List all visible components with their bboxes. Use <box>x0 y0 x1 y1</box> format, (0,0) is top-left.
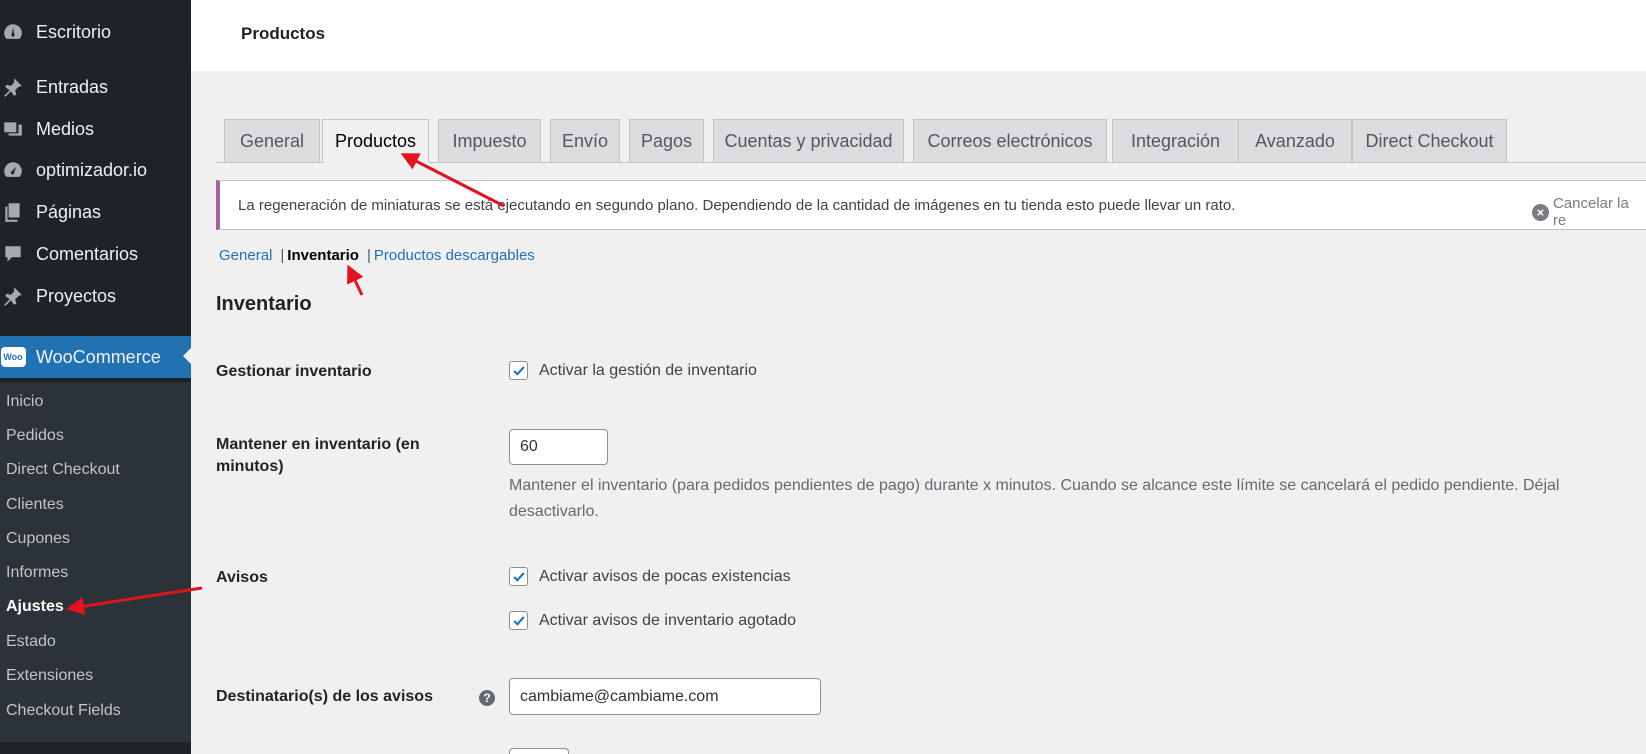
recipient-label: Destinatario(s) de los avisos <box>216 688 433 705</box>
menu-label: Proyectos <box>36 285 117 306</box>
submenu-informes[interactable]: Informes <box>6 564 68 582</box>
dashboard-icon <box>0 19 26 45</box>
submenu-estado[interactable]: Estado <box>6 633 56 651</box>
manage-stock-label: Gestionar inventario <box>216 363 372 380</box>
subnav-separator: | <box>366 247 371 264</box>
tab-integracion[interactable]: Integración <box>1112 119 1239 163</box>
menu-item-medios[interactable]: Medios <box>0 109 191 149</box>
hold-stock-description: Mantener el inventario (para pedidos pen… <box>509 477 1560 520</box>
menu-item-entradas[interactable]: Entradas <box>0 67 191 107</box>
menu-item-optimizador[interactable]: optimizador.io <box>0 150 191 190</box>
out-of-stock-checkbox[interactable] <box>509 611 528 630</box>
gauge-icon <box>0 157 26 183</box>
cancel-regeneration-link[interactable]: × Cancelar la re <box>1532 195 1646 229</box>
menu-label: optimizador.io <box>36 159 148 180</box>
notice-message: La regeneración de miniaturas se está ej… <box>238 197 1236 214</box>
menu-label: Comentarios <box>36 243 139 264</box>
regeneration-notice: La regeneración de miniaturas se está ej… <box>216 180 1646 230</box>
checkmark-icon <box>512 571 525 582</box>
checkmark-icon <box>512 615 525 626</box>
submenu-ajustes[interactable]: Ajustes <box>6 598 64 616</box>
page-title: Productos <box>241 24 326 43</box>
low-stock-checkbox-label: Activar avisos de pocas existencias <box>539 567 791 585</box>
subnav-productos-descargables[interactable]: Productos descargables <box>374 247 535 264</box>
submenu-extensiones[interactable]: Extensiones <box>6 667 93 685</box>
manage-stock-checkbox[interactable] <box>509 361 528 380</box>
section-subnav: General | Inventario | Productos descarg… <box>219 247 535 264</box>
menu-label: Páginas <box>36 201 102 222</box>
menu-label: Entradas <box>36 76 109 97</box>
arrow-to-inventario-link <box>347 264 364 296</box>
woo-logo-text: Woo <box>0 347 26 367</box>
submenu-inicio[interactable]: Inicio <box>6 393 43 411</box>
submenu-direct-checkout[interactable]: Direct Checkout <box>6 461 120 479</box>
help-icon[interactable]: ? <box>479 690 495 706</box>
page-header: Productos <box>191 0 1646 71</box>
out-of-stock-checkbox-label: Activar avisos de inventario agotado <box>539 611 797 629</box>
section-title: Inventario <box>216 293 312 315</box>
admin-sidebar: Escritorio Entradas Medios optimizador.i… <box>0 0 191 754</box>
comment-icon <box>0 241 26 267</box>
tab-envio[interactable]: Envío <box>550 119 620 163</box>
low-stock-row: Activar avisos de pocas existencias <box>509 567 791 586</box>
next-field-input[interactable] <box>509 748 569 754</box>
woo-icon: Woo <box>0 344 26 370</box>
subnav-separator: | <box>280 247 285 264</box>
pin-icon <box>0 74 26 100</box>
recipient-email-input[interactable]: cambiame@cambiame.com <box>509 678 821 715</box>
menu-label: WooCommerce <box>36 346 161 367</box>
tab-productos[interactable]: Productos <box>322 119 429 163</box>
menu-label: Escritorio <box>36 21 112 42</box>
out-of-stock-row: Activar avisos de inventario agotado <box>509 611 796 630</box>
manage-stock-row: Activar la gestión de inventario <box>509 361 757 380</box>
menu-item-woocommerce[interactable]: Woo WooCommerce <box>0 336 191 378</box>
tab-direct-checkout[interactable]: Direct Checkout <box>1352 119 1507 163</box>
hold-stock-input[interactable]: 60 <box>509 429 608 465</box>
menu-item-escritorio[interactable]: Escritorio <box>0 12 191 52</box>
menu-item-proyectos[interactable]: Proyectos <box>0 276 191 316</box>
pages-icon <box>0 199 26 225</box>
tab-avanzado[interactable]: Avanzado <box>1238 119 1352 163</box>
menu-item-paginas[interactable]: Páginas <box>0 192 191 232</box>
submenu-pedidos[interactable]: Pedidos <box>6 427 64 445</box>
woocommerce-submenu: Inicio Pedidos Direct Checkout Clientes … <box>0 382 191 742</box>
submenu-checkout-fields[interactable]: Checkout Fields <box>6 702 121 720</box>
checkmark-icon <box>512 365 525 376</box>
tab-correos[interactable]: Correos electrónicos <box>913 119 1107 163</box>
hold-stock-label: Mantener en inventario (en minutos) <box>216 436 420 475</box>
subnav-inventario[interactable]: Inventario <box>287 247 359 264</box>
submenu-cupones[interactable]: Cupones <box>6 530 70 548</box>
menu-label: Medios <box>36 118 95 139</box>
tab-general[interactable]: General <box>224 119 320 163</box>
close-icon: × <box>1532 203 1549 221</box>
notifications-label: Avisos <box>216 569 268 586</box>
media-icon <box>0 116 26 142</box>
pin-icon <box>0 283 26 309</box>
subnav-general[interactable]: General <box>219 247 272 264</box>
tab-cuentas-privacidad[interactable]: Cuentas y privacidad <box>713 119 904 163</box>
manage-stock-checkbox-label: Activar la gestión de inventario <box>539 361 757 379</box>
tab-pagos[interactable]: Pagos <box>629 119 704 163</box>
submenu-clientes[interactable]: Clientes <box>6 496 64 514</box>
tab-impuesto[interactable]: Impuesto <box>438 119 541 163</box>
low-stock-checkbox[interactable] <box>509 567 528 586</box>
cancel-label: Cancelar la re <box>1552 195 1629 229</box>
menu-item-comentarios[interactable]: Comentarios <box>0 234 191 274</box>
